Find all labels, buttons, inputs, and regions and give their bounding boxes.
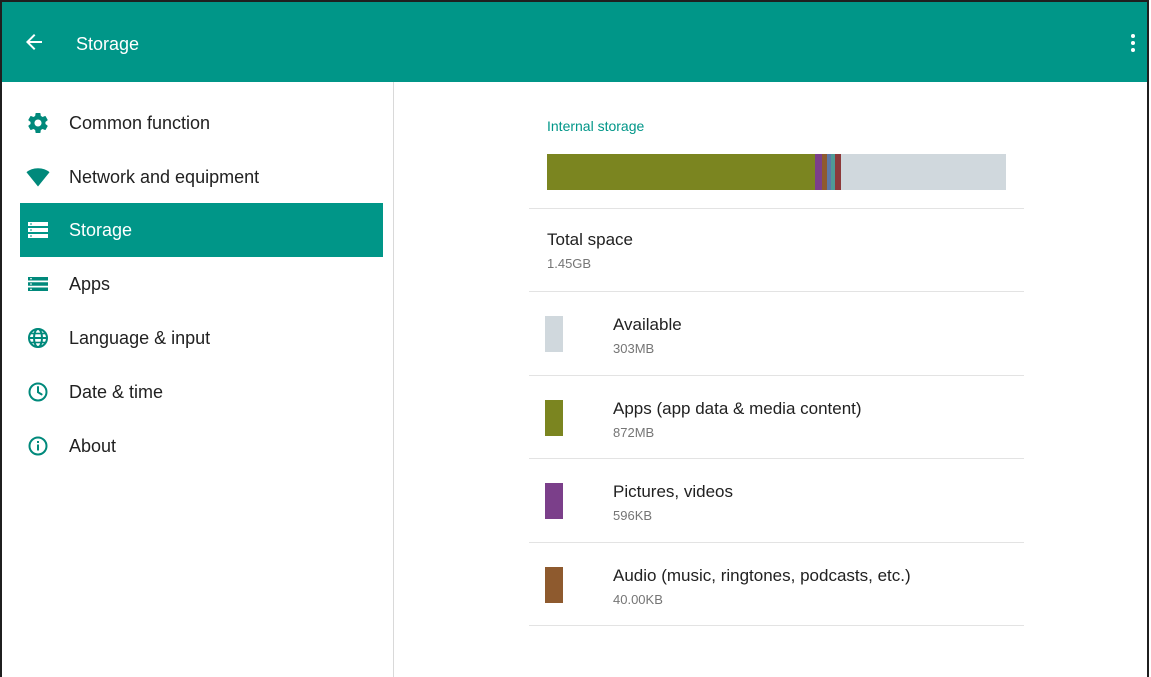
category-size: 596KB — [613, 508, 653, 523]
sidebar-item-date-time[interactable]: Date & time — [20, 365, 383, 419]
category-size: 872MB — [613, 425, 655, 440]
total-space-label: Total space — [547, 230, 633, 249]
storage-bar-segment-available — [840, 154, 1006, 190]
info-icon — [26, 434, 50, 458]
sidebar-item-label: Apps — [69, 274, 111, 294]
category-size: 40.00KB — [613, 592, 663, 607]
category-size: 303MB — [613, 341, 655, 356]
sidebar-item-network-and-equipment[interactable]: Network and equipment — [20, 150, 383, 204]
category-title: Audio (music, ringtones, podcasts, etc.) — [613, 566, 911, 585]
storage-bar-segment-apps — [547, 154, 816, 190]
sidebar-item-apps[interactable]: Apps — [20, 257, 383, 311]
storage-icon — [26, 218, 50, 242]
sidebar-item-label: Storage — [69, 220, 133, 240]
storage-category-apps[interactable]: Apps (app data & media content) 872MB — [529, 376, 1024, 459]
storage-category-available[interactable]: Available 303MB — [529, 292, 1024, 375]
apps-list-icon — [26, 272, 50, 296]
divider — [529, 208, 1024, 209]
back-arrow-icon[interactable] — [22, 30, 46, 54]
more-options-icon[interactable] — [1125, 32, 1141, 54]
total-space-value: 1.45GB — [547, 256, 592, 271]
sidebar-item-label: Network and equipment — [69, 167, 260, 187]
color-swatch — [545, 483, 563, 519]
sidebar-item-label: Common function — [69, 113, 211, 133]
divider — [529, 625, 1024, 626]
settings-sidebar: Common function Network and equipment St… — [2, 82, 394, 677]
category-title: Pictures, videos — [613, 482, 733, 501]
page-title: Storage — [76, 34, 140, 54]
globe-icon — [26, 326, 50, 350]
category-title: Apps (app data & media content) — [613, 399, 862, 418]
sidebar-item-label: Date & time — [69, 382, 164, 402]
storage-bar-segment-pictures — [815, 154, 823, 190]
sidebar-item-about[interactable]: About — [20, 419, 383, 473]
wifi-icon — [26, 165, 50, 189]
clock-icon — [26, 380, 50, 404]
color-swatch — [545, 316, 563, 352]
app-bar: Storage — [2, 2, 1147, 82]
settings-window: Storage Common function Network and equi… — [0, 0, 1149, 677]
category-title: Available — [613, 315, 682, 334]
sidebar-item-label: About — [69, 436, 117, 456]
color-swatch — [545, 400, 563, 436]
sidebar-item-label: Language & input — [69, 328, 211, 348]
storage-category-pictures-videos[interactable]: Pictures, videos 596KB — [529, 459, 1024, 542]
gear-icon — [26, 111, 50, 135]
storage-category-audio[interactable]: Audio (music, ringtones, podcasts, etc.)… — [529, 543, 1024, 626]
section-title-internal-storage: Internal storage — [547, 118, 645, 134]
storage-details-panel: Internal storage Total space 1.45GB Avai… — [394, 82, 1147, 677]
sidebar-item-common-function[interactable]: Common function — [20, 96, 383, 150]
sidebar-item-storage[interactable]: Storage — [20, 203, 383, 257]
sidebar-item-language-input[interactable]: Language & input — [20, 311, 383, 365]
color-swatch — [545, 567, 563, 603]
storage-usage-bar — [547, 154, 1006, 190]
